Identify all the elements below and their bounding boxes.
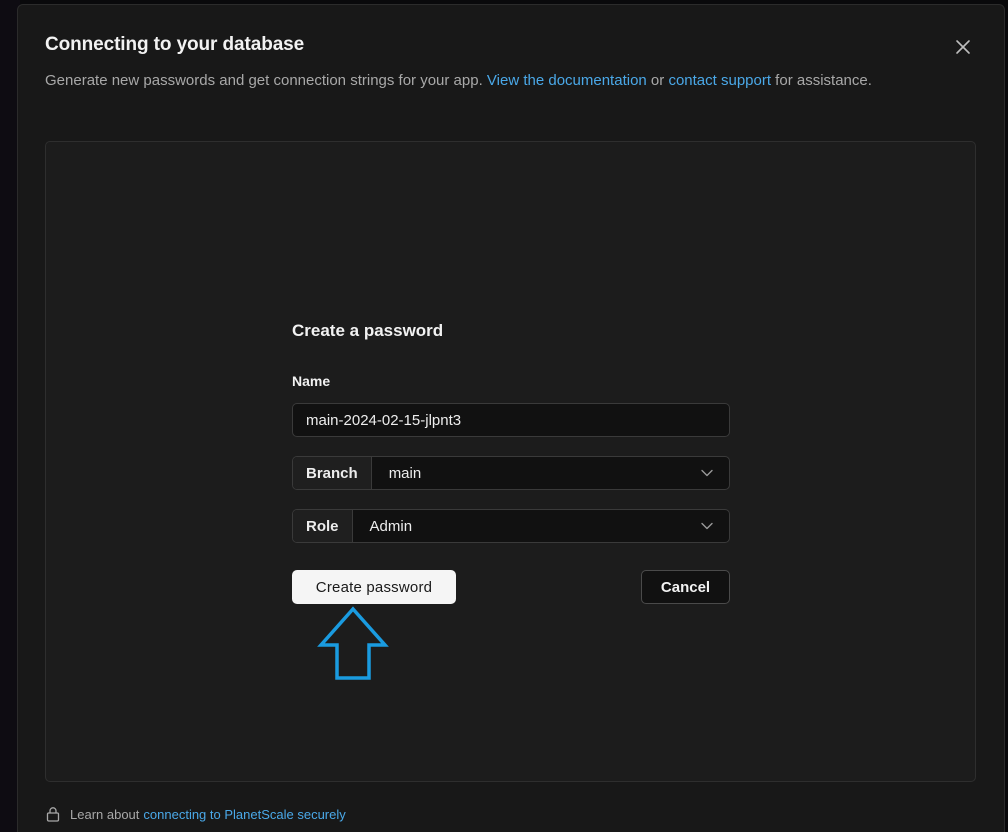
connect-modal: Connecting to your database Generate new… [17, 4, 1005, 832]
lock-icon [45, 806, 61, 822]
security-link[interactable]: connecting to PlanetScale securely [143, 807, 345, 822]
description-text: Generate new passwords and get connectio… [45, 72, 487, 89]
role-value: Admin [369, 517, 413, 535]
footer-text: Learn about [70, 806, 140, 822]
role-label: Role [293, 510, 353, 542]
form-title: Create a password [292, 321, 444, 340]
branch-dropdown[interactable]: main [372, 457, 729, 489]
close-icon [956, 40, 970, 54]
chevron-down-icon [701, 469, 713, 477]
description-suffix: for assistance. [771, 72, 872, 89]
name-label: Name [292, 373, 331, 389]
footer: Learn about connecting to PlanetScale se… [45, 806, 346, 822]
modal-title: Connecting to your database [45, 34, 305, 55]
modal-description: Generate new passwords and get connectio… [45, 69, 905, 92]
docs-link[interactable]: View the documentation [487, 72, 647, 89]
password-panel: Create a password Name Branch main Role … [45, 141, 976, 782]
cancel-button[interactable]: Cancel [641, 570, 730, 604]
close-button[interactable] [951, 35, 975, 59]
chevron-down-icon [701, 522, 713, 530]
support-link[interactable]: contact support [668, 72, 771, 89]
create-password-form: Create a password Name Branch main Role … [292, 321, 730, 604]
create-password-button[interactable]: Create password [292, 570, 456, 604]
up-arrow-icon [317, 606, 389, 680]
branch-select[interactable]: Branch main [292, 456, 730, 490]
branch-value: main [388, 464, 422, 482]
branch-label: Branch [293, 457, 372, 489]
role-dropdown[interactable]: Admin [353, 510, 729, 542]
description-or: or [646, 72, 669, 89]
role-select[interactable]: Role Admin [292, 509, 730, 543]
name-input[interactable] [292, 403, 730, 437]
